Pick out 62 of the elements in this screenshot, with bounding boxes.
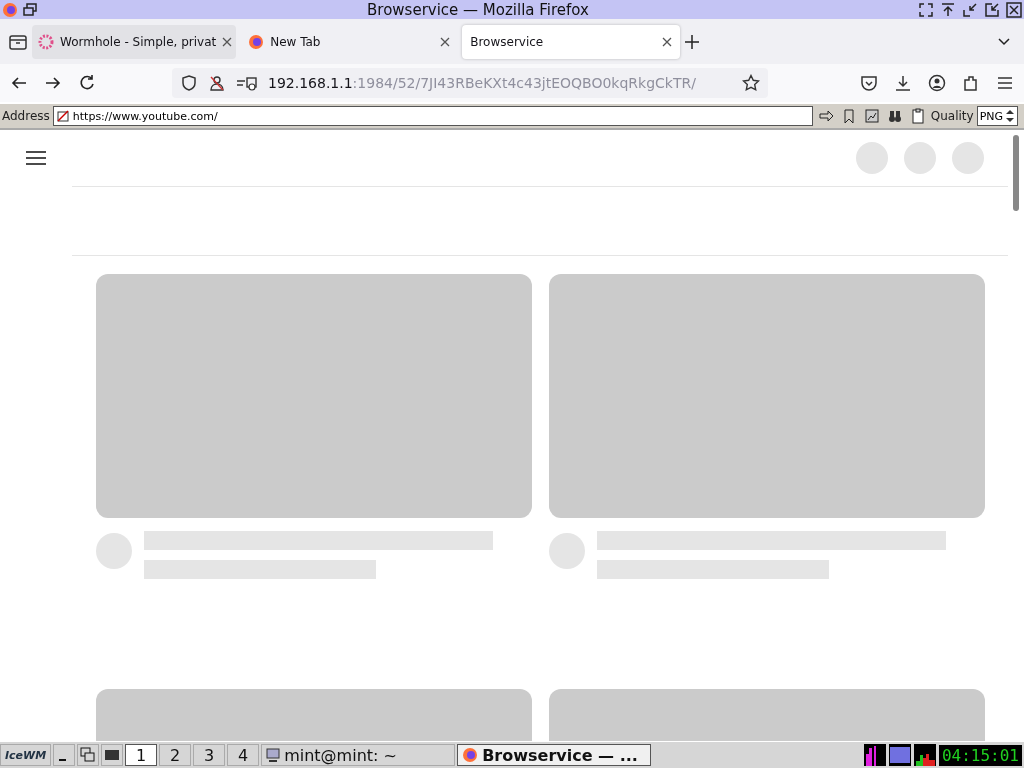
url-path: :1984/52/7JI43RBeKXt4c43jtEOQBO0kqRkgCkTR/ (352, 75, 696, 91)
download-icon[interactable] (894, 74, 912, 92)
workspace-button[interactable]: 1 (125, 744, 158, 766)
star-icon[interactable] (742, 74, 760, 92)
spiral-icon (38, 33, 54, 50)
spin-arrows-icon (1005, 108, 1016, 124)
terminal-icon[interactable] (101, 744, 124, 766)
minimize-all-icon[interactable] (53, 744, 76, 766)
puzzle-icon[interactable] (962, 74, 980, 92)
monitor-icon (266, 748, 281, 762)
window-title: Browservice — Mozilla Firefox (366, 0, 590, 19)
placeholder-circle (904, 142, 936, 174)
start-button[interactable]: IceWM (0, 744, 52, 766)
clipboard-icon[interactable] (909, 108, 926, 124)
menu-icon[interactable] (996, 74, 1014, 92)
workspace-button[interactable]: 2 (159, 744, 192, 766)
quality-spinner[interactable]: PNG (976, 106, 1019, 126)
account-icon[interactable] (928, 74, 946, 92)
person-blocked-icon (208, 74, 226, 92)
url-host: 192.168.1.1 (268, 75, 353, 91)
windows-icon[interactable] (77, 744, 100, 766)
clock: 04:15:01 (938, 744, 1022, 766)
avatar-placeholder (549, 533, 585, 569)
binoculars-icon[interactable] (886, 108, 903, 124)
fullscreen-icon[interactable] (918, 1, 934, 18)
close-icon[interactable] (222, 36, 233, 47)
browser-tab[interactable]: New Tab (240, 24, 459, 59)
taskbar-task[interactable]: Browservice — ... (457, 744, 652, 766)
minimize-icon[interactable] (962, 1, 978, 18)
address-field[interactable]: https://www.youtube.com/ (52, 106, 813, 126)
new-tab-icon[interactable] (684, 33, 701, 50)
scrollbar-thumb[interactable] (1013, 135, 1019, 211)
quality-label: Quality (930, 109, 974, 123)
browser-tab[interactable]: Browservice (462, 24, 681, 59)
workspace-button[interactable]: 3 (193, 744, 226, 766)
rollup-icon[interactable] (940, 1, 956, 18)
window-menu-icon[interactable] (22, 1, 38, 18)
image-icon[interactable] (863, 108, 880, 124)
browser-tab[interactable]: Wormhole - Simple, privat (32, 24, 237, 59)
close-icon[interactable] (440, 36, 451, 47)
memory-graph-icon (888, 744, 911, 766)
firefox-icon (462, 747, 479, 763)
pocket-icon[interactable] (860, 74, 878, 92)
placeholder-circle (952, 142, 984, 174)
reload-icon[interactable] (78, 74, 96, 92)
placeholder-circle (856, 142, 888, 174)
close-icon[interactable] (662, 36, 673, 47)
url-bar[interactable]: 192.168.1.1:1984/52/7JI43RBeKXt4c43jtEOQBO0kqRkgCkTR/ (172, 68, 768, 98)
taskbar-task[interactable]: mint@mint: ~ (261, 744, 456, 766)
maximize-icon[interactable] (984, 1, 1000, 18)
shield-icon (180, 74, 198, 92)
cpu-graph-icon (863, 744, 886, 766)
avatar-placeholder (96, 533, 132, 569)
close-icon[interactable] (1006, 1, 1022, 18)
address-label: Address (2, 109, 50, 123)
menu-icon[interactable] (26, 150, 46, 166)
network-graph-icon (913, 744, 936, 766)
insecure-icon (56, 110, 69, 122)
firefox-icon (248, 33, 265, 50)
workspace-button[interactable]: 4 (227, 744, 260, 766)
go-icon[interactable] (817, 108, 834, 124)
permissions-icon (236, 74, 258, 92)
